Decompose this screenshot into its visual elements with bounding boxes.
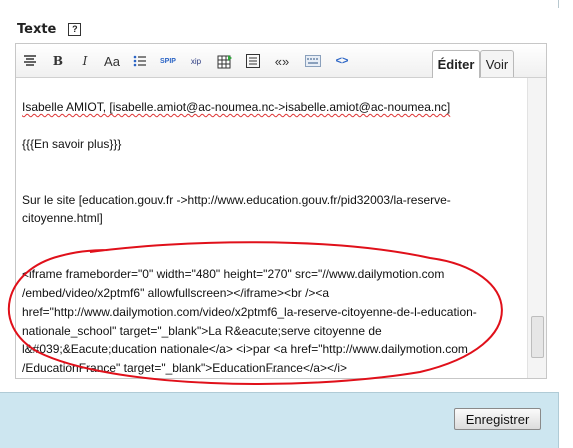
italic-button[interactable]: I — [75, 51, 95, 71]
editor-toolbar: B I Aa SPIP xip «» <> Éditer Voir — [16, 44, 546, 78]
keyboard-icon[interactable] — [303, 51, 323, 71]
iframe-code-line: href="http://www.dailymotion.com/video/x… — [22, 305, 477, 319]
bullet-list-icon[interactable] — [130, 51, 150, 71]
tab-voir[interactable]: Voir — [480, 50, 514, 77]
tab-editer[interactable]: Éditer — [432, 50, 480, 78]
save-button[interactable]: Enregistrer — [454, 408, 541, 430]
paragraph-icon[interactable] — [243, 51, 263, 71]
field-label: Texte — [17, 21, 57, 37]
iframe-code-line: /embed/video/x2ptmf6" allowfullscreen></… — [22, 286, 330, 300]
form-top-edge — [0, 0, 559, 8]
text-line-1: Isabelle AMIOT, [isabelle.amiot@ac-noume… — [22, 100, 451, 114]
scrollbar-thumb[interactable] — [531, 316, 544, 358]
editor-textarea[interactable]: Isabelle AMIOT, [isabelle.amiot@ac-noume… — [16, 78, 526, 378]
resize-grip-icon[interactable] — [268, 370, 282, 374]
iframe-code-line: /EducationFrance" target="_blank">Educat… — [22, 361, 347, 375]
insert-link-button[interactable]: SPIP — [158, 51, 178, 71]
insert-anchor-button[interactable]: xip — [186, 51, 206, 71]
text-line: Sur le site [education.gouv.fr ->http://… — [22, 193, 451, 207]
align-center-icon[interactable] — [20, 51, 40, 71]
iframe-code-line: nationale_school" target="_blank">La R&e… — [22, 324, 382, 338]
iframe-code-line: l&#039;&Eacute;ducation nationale</a> <i… — [22, 342, 468, 356]
text-line: {{{En savoir plus}}} — [22, 137, 122, 151]
text-line: Isabelle AMIOT, [isabelle.amiot@ac-noume… — [22, 98, 522, 117]
help-icon[interactable]: ? — [68, 22, 82, 36]
vertical-scrollbar[interactable] — [527, 78, 546, 378]
insert-table-icon[interactable] — [215, 51, 235, 71]
field-header: Texte ? — [17, 20, 82, 38]
code-icon[interactable]: <> — [332, 51, 352, 71]
quote-button[interactable]: «» — [272, 51, 292, 71]
iframe-code-line: <iframe frameborder="0" width="480" heig… — [22, 267, 445, 281]
font-size-button[interactable]: Aa — [102, 51, 122, 71]
text-editor: B I Aa SPIP xip «» <> Éditer Voir Isabel… — [15, 43, 547, 379]
text-line: citoyenne.html] — [22, 211, 103, 225]
bold-button[interactable]: B — [48, 51, 68, 71]
